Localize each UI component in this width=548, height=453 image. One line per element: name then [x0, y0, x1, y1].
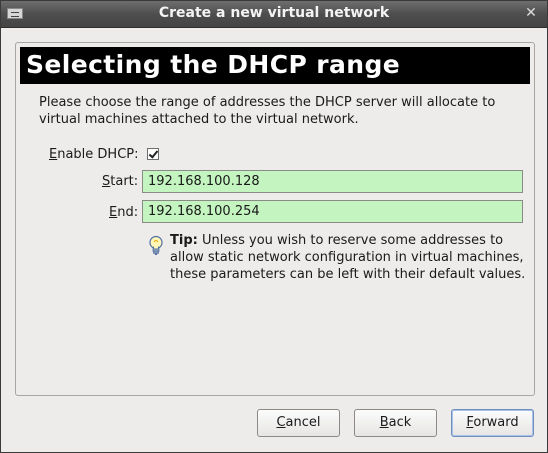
start-address-field[interactable]: 192.168.100.128	[142, 170, 523, 193]
enable-dhcp-label: Enable DHCP:	[49, 147, 139, 162]
forward-button[interactable]: Forward	[451, 409, 534, 437]
content-panel: Selecting the DHCP range Please choose t…	[15, 42, 535, 396]
tip-label: Tip:	[170, 233, 198, 248]
forward-label: orward	[473, 415, 519, 430]
page-banner: Selecting the DHCP range	[20, 47, 530, 84]
end-label-text: nd:	[117, 205, 139, 220]
intro-text: Please choose the range of addresses the…	[39, 95, 496, 127]
back-button[interactable]: Back	[354, 409, 437, 437]
dialog-window: Create a new virtual network ✕ Selecting…	[0, 0, 548, 453]
cancel-mnemonic: C	[276, 415, 286, 430]
page-title: Selecting the DHCP range	[26, 50, 401, 79]
start-label-text: tart:	[110, 174, 139, 189]
title-bar[interactable]: Create a new virtual network ✕	[1, 1, 547, 28]
end-address-field[interactable]: 192.168.100.254	[142, 200, 523, 223]
enable-dhcp-checkbox[interactable]	[147, 148, 159, 160]
back-mnemonic: B	[379, 415, 389, 430]
end-label: End:	[109, 205, 138, 220]
lightbulb-icon	[149, 235, 163, 255]
cancel-button[interactable]: Cancel	[257, 409, 340, 437]
cancel-label: ancel	[285, 415, 321, 430]
enable-dhcp-label-text: nable DHCP:	[57, 147, 139, 162]
end-mnemonic: E	[109, 205, 118, 220]
window-title: Create a new virtual network	[158, 5, 390, 21]
tip-body: Unless you wish to reserve some addresse…	[170, 233, 526, 282]
back-label: ack	[388, 415, 412, 430]
close-icon[interactable]: ✕	[523, 5, 539, 21]
start-label: Start:	[102, 174, 138, 189]
tip-text: Tip: Unless you wish to reserve some add…	[170, 232, 530, 283]
enable-dhcp-mnemonic: E	[49, 147, 58, 162]
